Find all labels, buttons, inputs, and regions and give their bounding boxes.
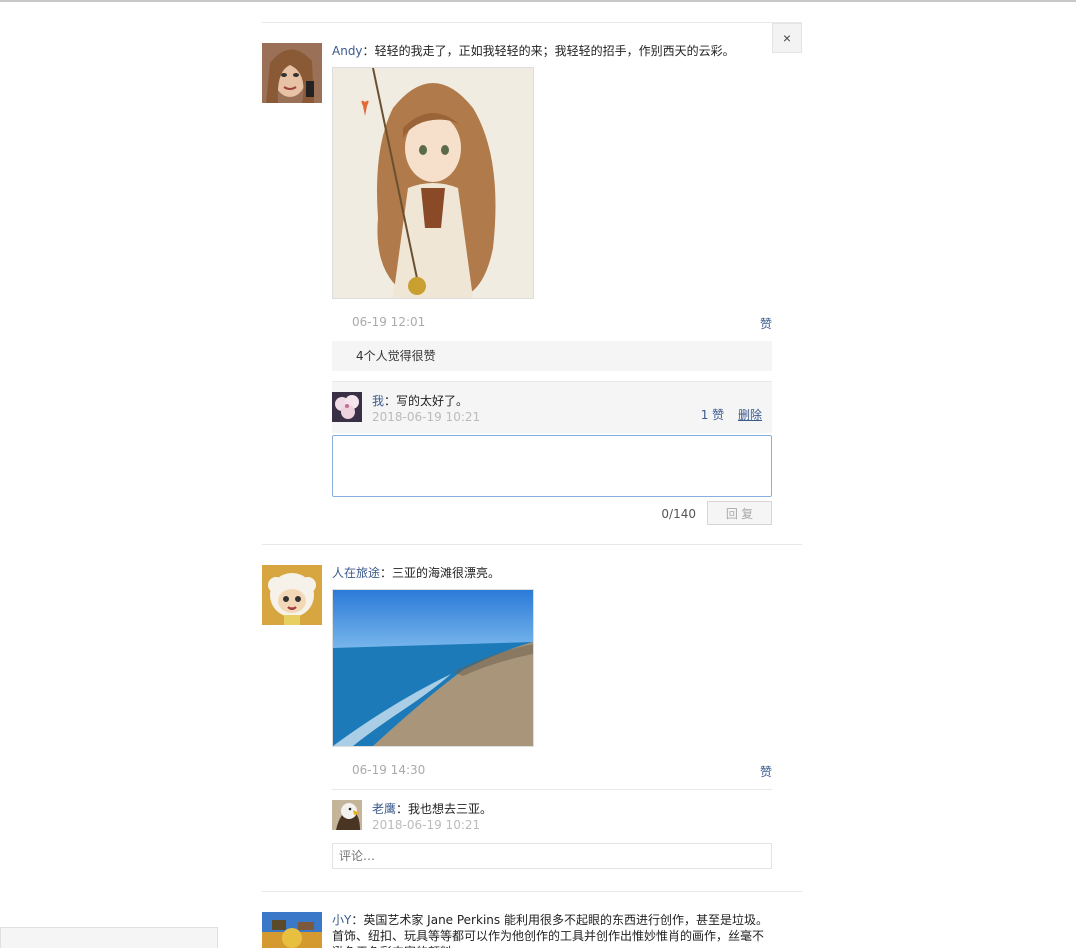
avatar-andy-image bbox=[262, 43, 322, 103]
close-button[interactable]: × bbox=[772, 23, 802, 53]
author-separator: ： bbox=[362, 44, 375, 58]
like-button[interactable]: 赞 bbox=[760, 763, 772, 780]
beach-image bbox=[333, 590, 533, 746]
post-body: 小Y：英国艺术家 Jane Perkins 能利用很多不起眼的东西进行创作，甚至… bbox=[332, 892, 772, 948]
comment-content: 我也想去三亚。 bbox=[408, 802, 493, 816]
comment-actions: 1 赞 删除 bbox=[701, 406, 762, 423]
post-author[interactable]: 人在旅途 bbox=[332, 566, 380, 580]
reply-bar: 0/140 回 复 bbox=[332, 499, 772, 529]
char-counter: 0/140 bbox=[661, 507, 696, 521]
feed: × Andy：轻轻的我走了，正如我轻轻的来；我轻轻的招手，作别西天的云彩。 06… bbox=[262, 22, 802, 948]
comment-time: 2018-06-19 10:21 bbox=[372, 410, 481, 424]
author-separator: ： bbox=[384, 394, 397, 408]
comment-avatar[interactable] bbox=[332, 392, 362, 422]
post-content: 三亚的海滩很漂亮。 bbox=[392, 566, 501, 580]
comment-content: 写的太好了。 bbox=[396, 394, 469, 408]
post-content: 英国艺术家 Jane Perkins 能利用很多不起眼的东西进行创作，甚至是垃圾… bbox=[332, 913, 768, 948]
post-time: 06-19 14:30 bbox=[352, 763, 426, 777]
post-content: 轻轻的我走了，正如我轻轻的来；我轻轻的招手，作别西天的云彩。 bbox=[374, 44, 735, 58]
bottom-bar bbox=[0, 927, 218, 948]
post-xiaoy: 小Y：英国艺术家 Jane Perkins 能利用很多不起眼的东西进行创作，甚至… bbox=[262, 892, 802, 948]
post-text: Andy：轻轻的我走了，正如我轻轻的来；我轻轻的招手，作别西天的云彩。 bbox=[332, 43, 772, 59]
top-divider bbox=[0, 0, 1076, 2]
comment-text: 我：写的太好了。 bbox=[372, 392, 468, 409]
likes-summary: 4个人觉得很赞 bbox=[332, 341, 772, 371]
delete-button[interactable]: 删除 bbox=[738, 408, 762, 422]
post-image[interactable] bbox=[332, 67, 534, 299]
eagle-avatar-image bbox=[332, 800, 362, 830]
author-separator: ： bbox=[351, 913, 364, 927]
comment-author[interactable]: 老鹰 bbox=[372, 802, 396, 816]
sheep-avatar-image bbox=[262, 565, 322, 625]
comment-like-button[interactable]: 1 赞 bbox=[701, 408, 724, 422]
reply-button[interactable]: 回 复 bbox=[707, 501, 772, 525]
post-author[interactable]: Andy bbox=[332, 44, 363, 58]
comment-text: 老鹰：我也想去三亚。 bbox=[372, 800, 492, 817]
avatar[interactable] bbox=[262, 43, 322, 103]
post-time: 06-19 12:01 bbox=[352, 315, 426, 329]
author-separator: ： bbox=[380, 566, 393, 580]
post-body: 人在旅途：三亚的海滩很漂亮。 06-19 14:30 赞 老鹰：我也想去三亚。 … bbox=[332, 545, 772, 869]
flower-avatar-image bbox=[332, 392, 362, 422]
post-text: 小Y：英国艺术家 Jane Perkins 能利用很多不起眼的东西进行创作，甚至… bbox=[332, 912, 772, 948]
post-image[interactable] bbox=[332, 589, 534, 747]
avatar[interactable] bbox=[262, 565, 322, 625]
like-button[interactable]: 赞 bbox=[760, 315, 772, 332]
comment-author[interactable]: 我 bbox=[372, 394, 384, 408]
post-text: 人在旅途：三亚的海滩很漂亮。 bbox=[332, 565, 772, 581]
post-andy: × Andy：轻轻的我走了，正如我轻轻的来；我轻轻的招手，作别西天的云彩。 06… bbox=[262, 23, 802, 544]
anime-girl-image bbox=[333, 68, 533, 298]
author-separator: ： bbox=[396, 802, 409, 816]
comment-avatar[interactable] bbox=[332, 800, 362, 830]
post-body: Andy：轻轻的我走了，正如我轻轻的来；我轻轻的招手，作别西天的云彩。 06-1… bbox=[332, 23, 772, 529]
avatar[interactable] bbox=[262, 912, 322, 948]
reply-textarea[interactable] bbox=[332, 435, 772, 497]
post-meta: 06-19 12:01 赞 bbox=[332, 313, 772, 333]
post-meta: 06-19 14:30 赞 bbox=[332, 761, 772, 781]
post-traveler: 人在旅途：三亚的海滩很漂亮。 06-19 14:30 赞 老鹰：我也想去三亚。 … bbox=[262, 545, 802, 891]
comment-item: 老鹰：我也想去三亚。 2018-06-19 10:21 bbox=[332, 789, 772, 835]
comment-time: 2018-06-19 10:21 bbox=[372, 818, 481, 832]
post-author[interactable]: 小Y bbox=[332, 913, 351, 927]
comment-item: 我：写的太好了。 2018-06-19 10:21 1 赞 删除 bbox=[332, 381, 772, 433]
art-avatar-image bbox=[262, 912, 322, 948]
comment-input[interactable] bbox=[332, 843, 772, 869]
